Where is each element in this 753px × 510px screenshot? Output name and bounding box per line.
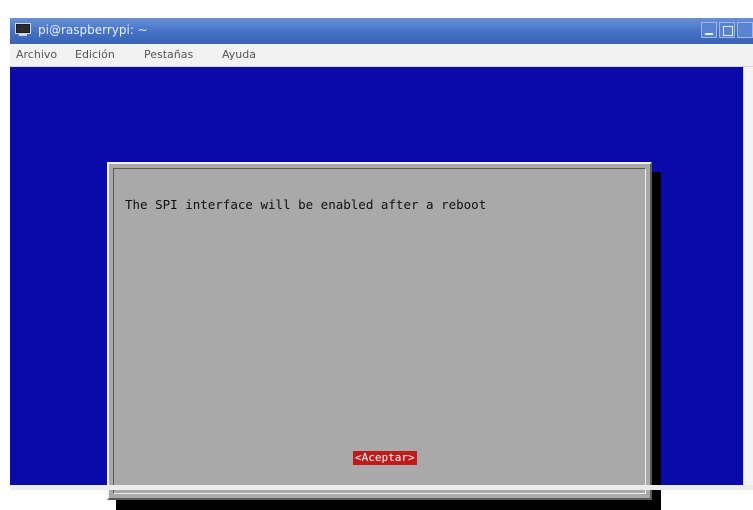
ok-button[interactable]: <Aceptar> [353, 451, 417, 465]
dialog-message: The SPI interface will be enabled after … [125, 197, 487, 212]
menu-pestanas[interactable]: Pestañas [144, 48, 193, 61]
minimize-button[interactable] [701, 22, 717, 38]
menu-ayuda[interactable]: Ayuda [222, 48, 256, 61]
terminal-area[interactable]: The SPI interface will be enabled after … [10, 67, 743, 510]
scrollbar[interactable] [743, 67, 753, 485]
maximize-button[interactable] [719, 22, 735, 38]
close-button[interactable] [737, 22, 753, 38]
maximize-icon [723, 26, 733, 36]
title-bar[interactable]: pi@raspberrypi: ~ [10, 18, 753, 44]
dialog-frame [113, 168, 646, 494]
minimize-icon [705, 33, 713, 35]
message-dialog: The SPI interface will be enabled after … [107, 162, 652, 500]
terminal-window: pi@raspberrypi: ~ Archivo Edición Pestañ… [10, 18, 753, 510]
close-icon [741, 26, 749, 34]
menu-bar: Archivo Edición Pestañas Ayuda [10, 44, 753, 67]
menu-archivo[interactable]: Archivo [16, 48, 57, 61]
window-title: pi@raspberrypi: ~ [38, 23, 148, 37]
terminal-icon [15, 23, 31, 36]
window-bottom-border [10, 485, 753, 490]
menu-edicion[interactable]: Edición [75, 48, 115, 61]
